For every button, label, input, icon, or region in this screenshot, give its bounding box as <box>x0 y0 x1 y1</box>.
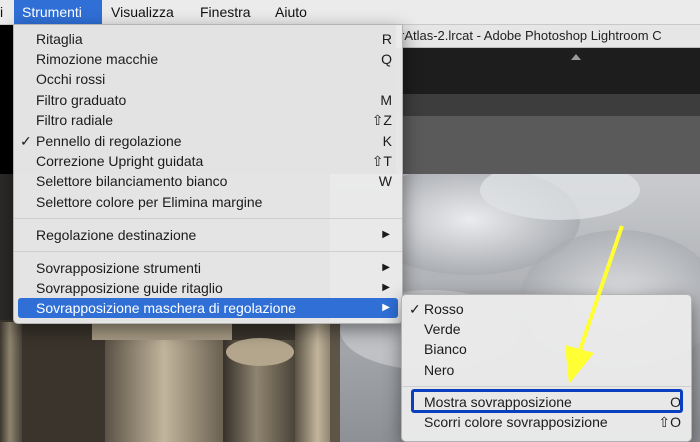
strumenti-menu: Ritaglia R Rimozione macchie Q Occhi ros… <box>13 24 403 324</box>
menu-item-label: Correzione Upright guidata <box>36 153 204 169</box>
menu-item-label: Filtro radiale <box>36 112 114 128</box>
submenu-item-rosso[interactable]: ✓ Rosso <box>402 299 691 319</box>
submenu-arrow-icon: ▶ <box>382 262 390 273</box>
menu-item-label: Filtro graduato <box>36 92 127 108</box>
menubar-item-partial[interactable]: i <box>0 0 11 24</box>
menu-item-shortcut: K <box>382 133 392 149</box>
menu-bar: i Strumenti Visualizza Finestra Aiuto <box>0 0 700 25</box>
menu-item-label: Rimozione macchie <box>36 51 159 67</box>
mask-overlay-submenu: ✓ Rosso Verde Bianco Nero Mostra sovrapp… <box>401 294 692 442</box>
menu-item-label: Rosso <box>424 301 464 317</box>
submenu-item-scorri-colore[interactable]: Scorri colore sovrapposizione ⇧O <box>402 412 691 432</box>
menu-separator <box>14 218 402 219</box>
menubar-item-aiuto[interactable]: Aiuto <box>267 0 315 24</box>
menubar-item-finestra[interactable]: Finestra <box>192 0 259 24</box>
module-toolbar <box>396 48 700 94</box>
menu-item-selettore-colore-margine[interactable]: Selettore colore per Elimina margine <box>14 192 402 212</box>
menu-item-label: Sovrapposizione guide ritaglio <box>36 280 223 296</box>
menu-item-label: Scorri colore sovrapposizione <box>424 414 608 430</box>
collapse-panel-icon[interactable] <box>571 54 581 60</box>
menu-item-rimozione-macchie[interactable]: Rimozione macchie Q <box>14 49 402 69</box>
menu-item-label: Ritaglia <box>36 31 83 47</box>
menu-item-label: Bianco <box>424 341 467 357</box>
menu-item-shortcut: ⇧Z <box>371 112 392 128</box>
menu-item-shortcut: ⇧O <box>658 414 681 430</box>
menu-separator <box>14 251 402 252</box>
window-title: rAtlas-2.lrcat - Adobe Photoshop Lightro… <box>400 28 662 43</box>
menu-item-shortcut: M <box>380 92 392 108</box>
menubar-item-strumenti[interactable]: Strumenti <box>14 0 102 24</box>
panel-band <box>396 116 700 174</box>
menu-item-label: Regolazione destinazione <box>36 227 197 243</box>
menu-item-label: Nero <box>424 362 455 378</box>
menu-item-correzione-upright[interactable]: Correzione Upright guidata ⇧T <box>14 151 402 171</box>
menu-item-sovrapposizione-strumenti[interactable]: Sovrapposizione strumenti ▶ <box>14 258 402 278</box>
menu-item-sovrapposizione-guide-ritaglio[interactable]: Sovrapposizione guide ritaglio ▶ <box>14 278 402 298</box>
menu-separator <box>402 386 691 387</box>
menu-item-label: Verde <box>424 321 461 337</box>
submenu-arrow-icon: ▶ <box>382 302 390 313</box>
menu-item-shortcut: Q <box>381 51 392 67</box>
menu-item-shortcut: W <box>378 173 392 189</box>
menu-item-sovrapposizione-maschera[interactable]: Sovrapposizione maschera di regolazione … <box>18 298 398 318</box>
menu-item-filtro-radiale[interactable]: Filtro radiale ⇧Z <box>14 110 402 130</box>
menu-item-label: Occhi rossi <box>36 71 106 87</box>
menu-item-occhi-rossi[interactable]: Occhi rossi <box>14 69 402 89</box>
menu-item-label: Selettore colore per Elimina margine <box>36 194 263 210</box>
menu-item-shortcut: ⇧T <box>371 153 392 169</box>
submenu-item-bianco[interactable]: Bianco <box>402 339 691 359</box>
menu-item-bilanciamento-bianco[interactable]: Selettore bilanciamento bianco W <box>14 171 402 191</box>
submenu-item-nero[interactable]: Nero <box>402 360 691 380</box>
menu-item-regolazione-destinazione[interactable]: Regolazione destinazione ▶ <box>14 225 402 245</box>
submenu-arrow-icon: ▶ <box>382 282 390 293</box>
menu-item-label: Sovrapposizione maschera di regolazione <box>36 300 296 316</box>
window-title-bar: rAtlas-2.lrcat - Adobe Photoshop Lightro… <box>396 25 700 48</box>
annotation-highlight-box <box>411 389 683 413</box>
checkmark-icon: ✓ <box>20 133 32 149</box>
menu-item-label: Sovrapposizione strumenti <box>36 260 201 276</box>
submenu-item-verde[interactable]: Verde <box>402 319 691 339</box>
menu-item-filtro-graduato[interactable]: Filtro graduato M <box>14 90 402 110</box>
menubar-item-visualizza[interactable]: Visualizza <box>103 0 182 24</box>
menu-item-pennello-regolazione[interactable]: ✓ Pennello di regolazione K <box>14 131 402 151</box>
menu-item-label: Selettore bilanciamento bianco <box>36 173 228 189</box>
submenu-arrow-icon: ▶ <box>382 229 390 240</box>
checkmark-icon: ✓ <box>409 301 421 317</box>
menu-item-ritaglia[interactable]: Ritaglia R <box>14 29 402 49</box>
menu-item-shortcut: R <box>381 31 392 47</box>
menu-item-label: Pennello di regolazione <box>36 133 182 149</box>
